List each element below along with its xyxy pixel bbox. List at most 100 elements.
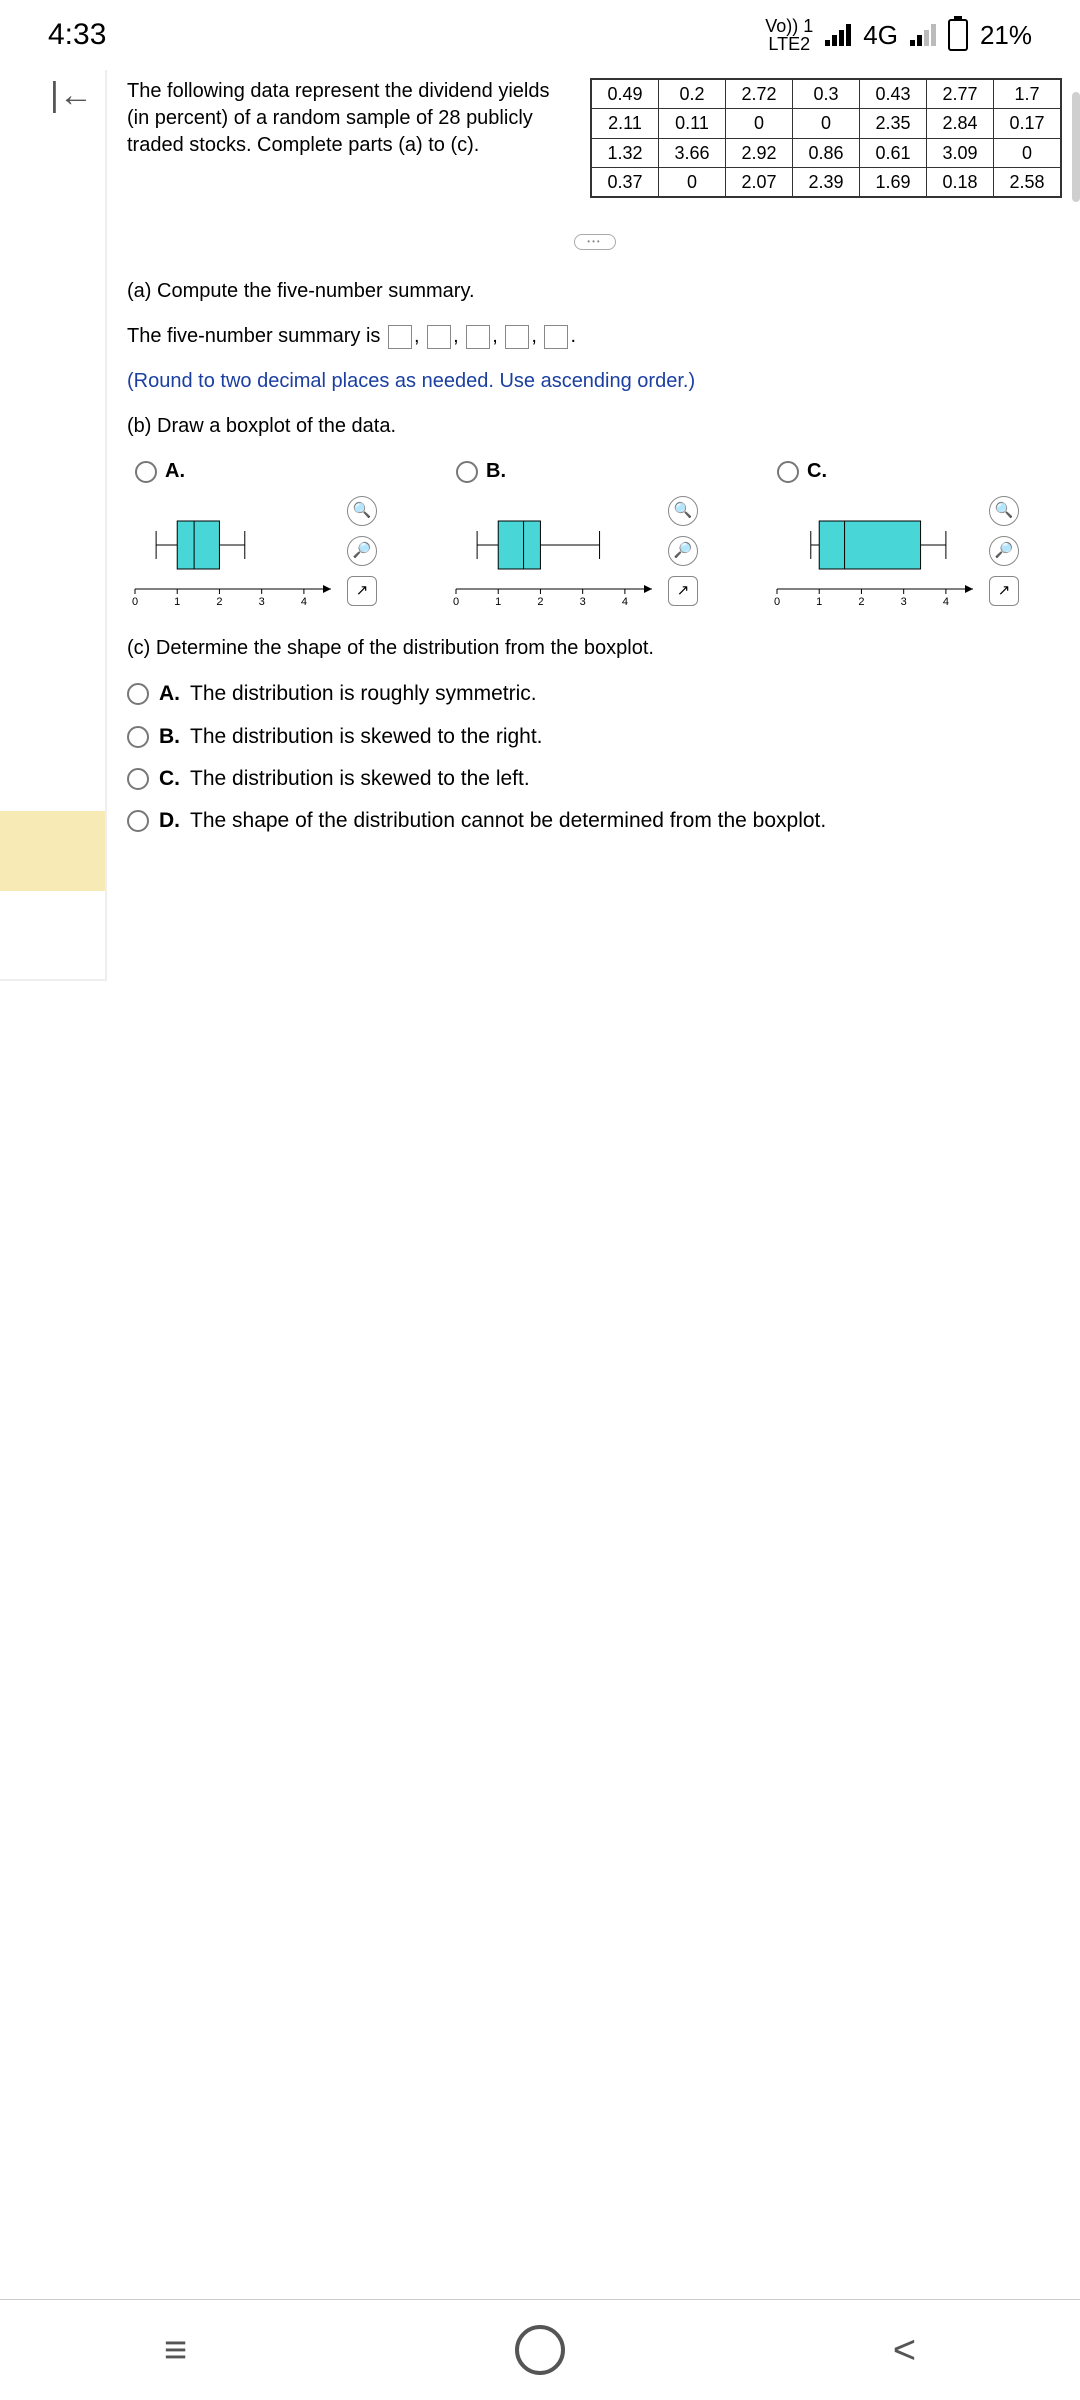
zoom-in-icon[interactable]: 🔍 bbox=[668, 496, 698, 526]
zoom-out-icon[interactable]: 🔎 bbox=[668, 536, 698, 566]
data-cell: 1.7 bbox=[994, 79, 1062, 109]
data-cell: 1.32 bbox=[591, 138, 659, 167]
battery-icon bbox=[948, 19, 968, 51]
input-blank-3[interactable] bbox=[466, 325, 490, 349]
data-cell: 0 bbox=[726, 109, 793, 138]
svg-text:3: 3 bbox=[580, 596, 586, 608]
part-c-prompt: (c) Determine the shape of the distribut… bbox=[127, 635, 1062, 662]
scrollbar[interactable] bbox=[1072, 92, 1080, 202]
svg-text:2: 2 bbox=[537, 596, 543, 608]
data-cell: 0.49 bbox=[591, 79, 659, 109]
radio-icon[interactable] bbox=[127, 726, 149, 748]
data-cell: 0.18 bbox=[927, 167, 994, 197]
status-right: Vo)) 1 LTE2 4G 21% bbox=[765, 17, 1032, 53]
option-label: C. bbox=[807, 458, 827, 485]
option-label: A. bbox=[165, 458, 185, 485]
data-cell: 0.61 bbox=[860, 138, 927, 167]
data-cell: 1.69 bbox=[860, 167, 927, 197]
home-button[interactable] bbox=[515, 2325, 565, 2375]
data-cell: 0.43 bbox=[860, 79, 927, 109]
svg-text:4: 4 bbox=[622, 596, 628, 608]
svg-text:0: 0 bbox=[453, 596, 459, 608]
zoom-in-icon[interactable]: 🔍 bbox=[347, 496, 377, 526]
popout-icon[interactable]: ↗ bbox=[347, 576, 377, 606]
data-cell: 0.2 bbox=[659, 79, 726, 109]
data-cell: 3.66 bbox=[659, 138, 726, 167]
distro-option[interactable]: C.The distribution is skewed to the left… bbox=[127, 765, 1062, 793]
distro-option[interactable]: A.The distribution is roughly symmetric. bbox=[127, 680, 1062, 708]
svg-text:1: 1 bbox=[174, 596, 180, 608]
svg-text:3: 3 bbox=[901, 596, 907, 608]
signal-bars-2-icon bbox=[910, 24, 936, 46]
highlight-tab[interactable] bbox=[0, 811, 105, 891]
input-blank-2[interactable] bbox=[427, 325, 451, 349]
svg-text:3: 3 bbox=[259, 596, 265, 608]
data-cell: 0 bbox=[659, 167, 726, 197]
data-cell: 0.17 bbox=[994, 109, 1062, 138]
left-sidebar: |← bbox=[0, 70, 105, 981]
boxplot-A: 0 1 2 3 4 bbox=[127, 491, 337, 611]
distro-option[interactable]: B.The distribution is skewed to the righ… bbox=[127, 723, 1062, 751]
input-blank-5[interactable] bbox=[544, 325, 568, 349]
popout-icon[interactable]: ↗ bbox=[989, 576, 1019, 606]
radio-option-A[interactable] bbox=[135, 461, 157, 483]
boxplot-option: A. 0 1 2 3 4 🔍 🔎 ↗ bbox=[127, 458, 420, 611]
data-cell: 0 bbox=[793, 109, 860, 138]
radio-icon[interactable] bbox=[127, 810, 149, 832]
five-number-line: The five-number summary is , , , , . bbox=[127, 323, 1062, 350]
data-cell: 0 bbox=[994, 138, 1062, 167]
data-cell: 0.86 bbox=[793, 138, 860, 167]
volte-indicator: Vo)) 1 LTE2 bbox=[765, 17, 813, 53]
radio-icon[interactable] bbox=[127, 768, 149, 790]
data-cell: 2.58 bbox=[994, 167, 1062, 197]
radio-icon[interactable] bbox=[127, 683, 149, 705]
zoom-out-icon[interactable]: 🔎 bbox=[347, 536, 377, 566]
part-a-prompt: (a) Compute the five-number summary. bbox=[127, 278, 1062, 305]
svg-text:4: 4 bbox=[301, 596, 307, 608]
data-cell: 2.72 bbox=[726, 79, 793, 109]
rounding-hint: (Round to two decimal places as needed. … bbox=[127, 368, 1062, 395]
status-bar: 4:33 Vo)) 1 LTE2 4G 21% bbox=[0, 0, 1080, 70]
svg-text:0: 0 bbox=[774, 596, 780, 608]
boxplot-option: B. 0 1 2 3 4 🔍 🔎 ↗ bbox=[448, 458, 741, 611]
data-cell: 2.35 bbox=[860, 109, 927, 138]
network-label: 4G bbox=[863, 20, 898, 51]
sidebar-divider bbox=[0, 979, 105, 981]
svg-text:1: 1 bbox=[495, 596, 501, 608]
data-table: 0.490.22.720.30.432.771.72.110.11002.352… bbox=[590, 78, 1062, 198]
radio-option-C[interactable] bbox=[777, 461, 799, 483]
data-cell: 2.07 bbox=[726, 167, 793, 197]
expand-icon[interactable]: ••• bbox=[574, 234, 616, 250]
data-cell: 2.77 bbox=[927, 79, 994, 109]
boxplot-C: 01234 bbox=[769, 491, 979, 611]
battery-percent: 21% bbox=[980, 20, 1032, 51]
data-cell: 0.11 bbox=[659, 109, 726, 138]
svg-text:2: 2 bbox=[216, 596, 222, 608]
boxplot-option: C. 01234 🔍 🔎 ↗ bbox=[769, 458, 1062, 611]
svg-text:0: 0 bbox=[132, 596, 138, 608]
signal-bars-1-icon bbox=[825, 24, 851, 46]
android-nav-bar: ≡ < bbox=[0, 2299, 1080, 2400]
zoom-in-icon[interactable]: 🔍 bbox=[989, 496, 1019, 526]
popout-icon[interactable]: ↗ bbox=[668, 576, 698, 606]
boxplot-B: 0 1 2 3 4 bbox=[448, 491, 658, 611]
svg-text:1: 1 bbox=[816, 596, 822, 608]
data-cell: 0.3 bbox=[793, 79, 860, 109]
radio-option-B[interactable] bbox=[456, 461, 478, 483]
svg-text:4: 4 bbox=[943, 596, 949, 608]
data-cell: 2.11 bbox=[591, 109, 659, 138]
back-button[interactable]: < bbox=[893, 2328, 916, 2373]
question-panel: The following data represent the dividen… bbox=[105, 70, 1080, 981]
option-label: B. bbox=[486, 458, 506, 485]
status-time: 4:33 bbox=[48, 18, 106, 52]
data-cell: 2.84 bbox=[927, 109, 994, 138]
collapse-icon[interactable]: |← bbox=[0, 70, 105, 115]
data-cell: 2.39 bbox=[793, 167, 860, 197]
input-blank-1[interactable] bbox=[388, 325, 412, 349]
input-blank-4[interactable] bbox=[505, 325, 529, 349]
data-cell: 2.92 bbox=[726, 138, 793, 167]
distro-option[interactable]: D.The shape of the distribution cannot b… bbox=[127, 807, 1062, 835]
data-cell: 3.09 bbox=[927, 138, 994, 167]
recent-apps-button[interactable]: ≡ bbox=[164, 2328, 187, 2373]
zoom-out-icon[interactable]: 🔎 bbox=[989, 536, 1019, 566]
